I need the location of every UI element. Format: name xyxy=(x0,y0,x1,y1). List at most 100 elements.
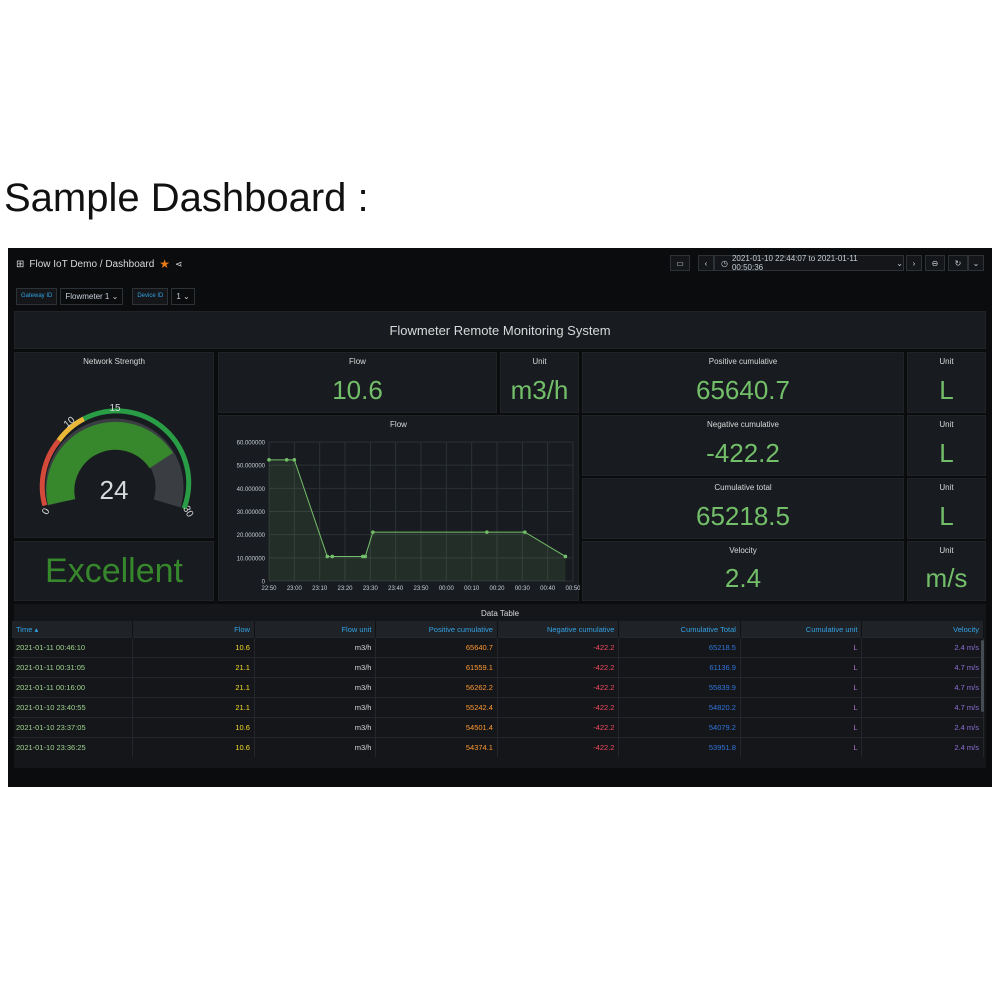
share-icon[interactable]: ⋖ xyxy=(175,259,183,270)
breadcrumb-text[interactable]: Flow IoT Demo / Dashboard xyxy=(29,259,154,270)
gateway-id-select[interactable]: Flowmeter 1 ⌄ xyxy=(60,288,124,305)
flow-chart: 0 10.000000 20.000000 30.000000 40.000000 50.… xyxy=(237,441,580,593)
cell-negative-cumulative: -422.2 xyxy=(497,657,620,678)
cell-negative-cumulative: -422.2 xyxy=(497,637,620,658)
dashboard-window: ⊞ Flow IoT Demo / Dashboard ★ ⋖ ▭ ‹ ◷ 20… xyxy=(8,248,992,787)
cell-cumulative-total: 61136.9 xyxy=(618,657,741,678)
cell-cumulative-unit: L xyxy=(740,677,863,698)
x-tick-label: 00:10 xyxy=(464,586,480,592)
cell-positive-cumulative: 54374.1 xyxy=(375,737,498,757)
negative-unit-panel: Unit L xyxy=(907,415,986,476)
network-strength-gauge: 0 10 15 30 24 xyxy=(39,403,195,520)
flow-data-point xyxy=(267,458,271,462)
tv-mode-button[interactable]: ▭ xyxy=(670,255,690,271)
velocity-unit-panel: Unit m/s xyxy=(907,541,986,601)
cell-flow: 10.6 xyxy=(132,717,255,738)
positive-unit-value: L xyxy=(939,375,954,405)
table-scrollbar[interactable] xyxy=(981,640,984,712)
flow-unit-panel: Unit m3/h xyxy=(500,352,579,413)
time-range-text: 2021-01-10 22:44:07 to 2021-01-11 00:50:… xyxy=(731,254,858,272)
y-tick-label: 60.000000 xyxy=(237,441,266,447)
chevron-down-icon: ⌄ xyxy=(896,258,903,268)
flow-value: 10.6 xyxy=(332,375,383,405)
cell-cumulative-total: 53951.8 xyxy=(618,737,741,757)
gauge-tick-10: 10 xyxy=(62,415,78,431)
cell-flow-unit: m3/h xyxy=(254,697,377,718)
page-heading: Sample Dashboard : xyxy=(4,176,369,220)
panel-title: Unit xyxy=(939,546,954,555)
cell-time: 2021-01-11 00:31:05 xyxy=(12,657,134,678)
cumulative-total-panel: Cumulative total 65218.5 xyxy=(582,478,904,539)
column-header-velocity[interactable]: Velocity xyxy=(861,621,984,638)
column-header-cumulative-total[interactable]: Cumulative Total xyxy=(618,621,741,638)
device-id-select[interactable]: 1 ⌄ xyxy=(171,288,195,305)
flow-unit-value: m3/h xyxy=(510,375,569,405)
column-header-positive-cumulative[interactable]: Positive cumulative xyxy=(375,621,498,638)
time-back-button[interactable]: ‹ xyxy=(698,255,714,271)
data-table: Time ▴ Flow Flow unit Positive cumulative Ne… xyxy=(12,621,984,757)
y-tick-label: 20.000000 xyxy=(237,533,266,539)
cell-velocity: 4.7 m/s xyxy=(861,657,984,678)
status-text: Excellent xyxy=(45,552,183,590)
velocity-unit-value: m/s xyxy=(925,563,968,593)
dashboard-topbar: ⊞ Flow IoT Demo / Dashboard ★ ⋖ ▭ ‹ ◷ 20… xyxy=(8,248,992,278)
panel-title: Unit xyxy=(939,357,954,366)
table-row: 2021-01-11 00:16:00 21.1 m3/h 56262.2 -422.2… xyxy=(12,677,984,698)
cell-flow-unit: m3/h xyxy=(254,637,377,658)
cell-velocity: 4.7 m/s xyxy=(861,697,984,718)
refresh-interval-dropdown[interactable]: ⌄ xyxy=(968,255,984,271)
velocity-value: 2.4 xyxy=(724,563,762,593)
cell-velocity: 2.4 m/s xyxy=(861,717,984,738)
column-header-negative-cumulative[interactable]: Negative cumulative xyxy=(497,621,620,638)
cell-flow-unit: m3/h xyxy=(254,717,377,738)
cell-cumulative-unit: L xyxy=(740,737,863,757)
variable-bar: Gateway ID Flowmeter 1 ⌄ Device ID 1 ⌄ xyxy=(16,288,201,305)
negative-unit-value: L xyxy=(939,438,954,468)
table-row: 2021-01-10 23:40:55 21.1 m3/h 55242.4 -422.2… xyxy=(12,697,984,718)
x-tick-label: 00:40 xyxy=(540,586,556,592)
velocity-panel: Velocity 2.4 xyxy=(582,541,904,601)
flow-stat-panel: Flow 10.6 xyxy=(218,352,497,413)
column-header-time[interactable]: Time ▴ xyxy=(12,621,134,638)
cell-velocity: 2.4 m/s xyxy=(861,737,984,757)
table-row: 2021-01-11 00:31:05 21.1 m3/h 61559.1 -422.2… xyxy=(12,657,984,678)
cell-cumulative-total: 65218.5 xyxy=(618,637,741,658)
cell-negative-cumulative: -422.2 xyxy=(497,677,620,698)
device-id-value: 1 xyxy=(176,292,181,301)
flow-data-point xyxy=(325,554,330,559)
total-unit-panel: Unit L xyxy=(907,478,986,539)
x-tick-label: 00:30 xyxy=(515,586,531,592)
y-tick-label: 40.000000 xyxy=(237,487,266,493)
total-unit-value: L xyxy=(939,501,954,531)
cell-cumulative-unit: L xyxy=(740,657,863,678)
cell-positive-cumulative: 65640.7 xyxy=(375,637,498,658)
status-panel: Excellent xyxy=(14,541,214,601)
panel-title: Unit xyxy=(939,420,954,429)
x-tick-label: 00:00 xyxy=(439,586,455,592)
time-forward-button[interactable]: › xyxy=(906,255,922,271)
star-icon[interactable]: ★ xyxy=(159,257,170,271)
cell-flow: 10.6 xyxy=(132,737,255,757)
cell-negative-cumulative: -422.2 xyxy=(497,697,620,718)
cell-negative-cumulative: -422.2 xyxy=(497,737,620,757)
cell-positive-cumulative: 56262.2 xyxy=(375,677,498,698)
cell-time: 2021-01-10 23:36:25 xyxy=(12,737,134,757)
zoom-out-button[interactable]: ⊖ xyxy=(925,255,945,271)
refresh-button[interactable]: ↻ xyxy=(948,255,968,271)
column-header-flow-unit[interactable]: Flow unit xyxy=(254,621,377,638)
column-header-flow[interactable]: Flow xyxy=(132,621,255,638)
column-header-cumulative-unit[interactable]: Cumulative unit xyxy=(740,621,863,638)
device-id-label: Device ID xyxy=(132,288,169,305)
x-tick-label: 23:30 xyxy=(363,586,379,592)
time-picker[interactable]: ◷ 2021-01-10 22:44:07 to 2021-01-11 00:5… xyxy=(714,254,904,272)
flow-data-point xyxy=(485,530,489,534)
y-tick-label: 0 xyxy=(262,580,266,586)
cell-cumulative-total: 54820.2 xyxy=(618,697,741,718)
network-strength-panel: Network Strength 0 10 15 30 24 xyxy=(14,352,214,538)
flow-data-point xyxy=(563,554,568,559)
cell-flow-unit: m3/h xyxy=(254,737,377,757)
cell-negative-cumulative: -422.2 xyxy=(497,717,620,738)
dashboard-grid-icon[interactable]: ⊞ xyxy=(16,259,24,270)
cell-cumulative-total: 54079.2 xyxy=(618,717,741,738)
panel-title: Negative cumulative xyxy=(706,420,780,429)
